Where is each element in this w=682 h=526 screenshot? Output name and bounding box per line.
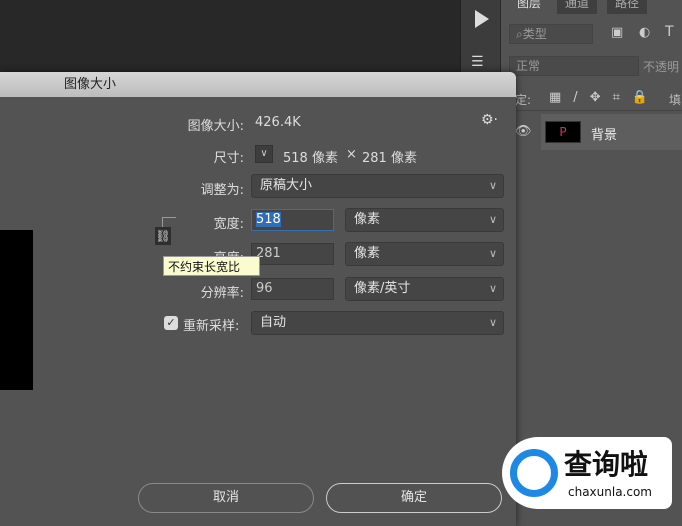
- lock-move-icon[interactable]: ✥: [590, 90, 613, 105]
- resolution-unit-select[interactable]: 像素/英寸 ∨: [345, 277, 504, 301]
- dimensions-times: ×: [346, 147, 357, 162]
- type-filter-icon[interactable]: T: [665, 24, 674, 40]
- height-unit-select[interactable]: 像素 ∨: [345, 242, 504, 266]
- width-label: 宽度:: [213, 217, 244, 232]
- layer-name: 背景: [591, 128, 618, 143]
- fit-to-value: 原稿大小: [260, 178, 313, 193]
- watermark: 查询啦 chaxunla.com: [502, 437, 672, 509]
- image-size-label: 图像大小:: [187, 119, 244, 134]
- chevron-down-icon: ∨: [488, 179, 497, 192]
- tab-paths[interactable]: 路径: [607, 0, 648, 14]
- tab-layers[interactable]: 图层: [509, 0, 550, 14]
- resolution-input[interactable]: 96: [251, 278, 334, 300]
- image-preview[interactable]: [0, 230, 33, 390]
- resample-label: 重新采样:: [183, 319, 240, 334]
- layer-filter-select[interactable]: ⌕类型: [509, 24, 593, 44]
- chevron-down-icon: ∨: [488, 316, 497, 329]
- chevron-down-icon: ∨: [488, 282, 497, 295]
- watermark-url: chaxunla.com: [568, 485, 652, 499]
- tab-channels[interactable]: 通道: [557, 0, 598, 14]
- fill-label: 填: [669, 93, 682, 107]
- lock-artboard-icon[interactable]: ⌗: [613, 90, 632, 105]
- layer-thumbnail: P: [545, 121, 581, 143]
- fit-to-select[interactable]: 原稿大小 ∨: [251, 174, 504, 198]
- visibility-eye-icon[interactable]: 👁: [515, 124, 532, 139]
- image-size-dialog: 图像大小 图像大小: 426.4K ⚙· 尺寸: ∨ 518 像素 × 281 …: [0, 72, 516, 526]
- lock-all-icon[interactable]: 🔒: [632, 90, 660, 105]
- opacity-label: 不透明: [643, 60, 680, 74]
- ok-button[interactable]: 确定: [326, 483, 502, 513]
- dimensions-label: 尺寸:: [213, 151, 244, 166]
- chevron-down-icon: ∨: [488, 213, 497, 226]
- resample-select[interactable]: 自动 ∨: [251, 311, 504, 335]
- image-filter-icon[interactable]: ▣: [611, 25, 623, 40]
- watermark-brand: 查询啦: [564, 448, 649, 481]
- resample-checkbox[interactable]: ✓: [164, 316, 178, 330]
- lock-transparent-icon[interactable]: ▦: [549, 90, 573, 105]
- cancel-button[interactable]: 取消: [138, 483, 314, 513]
- chevron-down-icon: ∨: [488, 247, 497, 260]
- gear-icon[interactable]: ⚙·: [481, 112, 498, 128]
- dimensions-height: 281 像素: [362, 151, 417, 166]
- adjustment-filter-icon[interactable]: ◐: [639, 25, 650, 40]
- lock-icons[interactable]: ▦/✥⌗🔒: [549, 90, 660, 105]
- layer-row[interactable]: P 背景: [541, 114, 682, 150]
- dialog-title[interactable]: 图像大小: [0, 72, 516, 97]
- play-icon[interactable]: [475, 10, 489, 28]
- height-input[interactable]: 281: [251, 243, 334, 265]
- lock-paint-icon[interactable]: /: [573, 90, 589, 105]
- width-input[interactable]: 518: [251, 209, 334, 231]
- brush-preset-icon[interactable]: ☰: [471, 54, 484, 70]
- tooltip: 不约束长宽比: [163, 256, 260, 276]
- watermark-logo-icon: [510, 449, 558, 497]
- width-unit-select[interactable]: 像素 ∨: [345, 208, 504, 232]
- resolution-label: 分辨率:: [200, 286, 244, 301]
- dimensions-dropdown-icon[interactable]: ∨: [255, 145, 273, 163]
- search-icon: ⌕: [516, 27, 523, 41]
- blend-mode-select[interactable]: 正常: [509, 56, 639, 76]
- image-size-value: 426.4K: [255, 115, 301, 130]
- dimensions-width: 518 像素: [283, 151, 338, 166]
- fit-to-label: 调整为:: [200, 183, 244, 198]
